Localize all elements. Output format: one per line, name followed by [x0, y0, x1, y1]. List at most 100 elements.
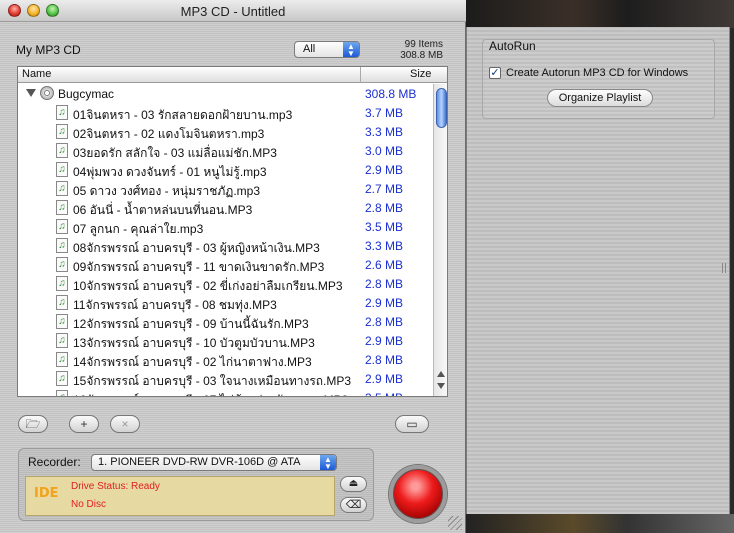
screen: AutoRun ✓ Create Autorun MP3 CD for Wind… — [0, 0, 734, 533]
filter-value: All — [303, 43, 316, 55]
file-size: 2.9 MB — [365, 372, 404, 386]
updown-arrows-icon: ▲ ▼ — [320, 455, 336, 470]
mp3-file-icon: ♫ — [56, 200, 68, 215]
mp3-file-icon: ♫ — [56, 105, 68, 120]
mp3-file-icon: ♫ — [56, 390, 68, 396]
mp3-file-icon: ♫ — [56, 295, 68, 310]
list-item-file[interactable]: ♫ 05 ดาวง วงศ์ทอง - หนุ่มราชภัฏ.mp3 2.7 MB — [18, 179, 434, 198]
updown-arrows-icon: ▲ ▼ — [343, 42, 359, 58]
list-item-file[interactable]: ♫ 09จักรพรรณ์ อาบครบุรี - 11 ขาดเงินขาดรั… — [18, 255, 434, 274]
window-title: MP3 CD - Untitled — [180, 4, 286, 19]
mp3-file-icon: ♫ — [56, 238, 68, 253]
list-item-file[interactable]: ♫ 14จักรพรรณ์ อาบครบุรี - 02 ไก่นาตาฟาง.M… — [18, 350, 434, 369]
list-item-file[interactable]: ♫ 02จินตหรา - 02 แดงโมจินตหรา.mp3 3.3 MB — [18, 122, 434, 141]
list-item-file[interactable]: ♫ 01จินตหรา - 03 รักสลายดอกฝ้ายบาน.mp3 3.7… — [18, 103, 434, 122]
file-name: 16จักรพรรณ์ อาบครบุรี - 07 ไม่ต้องห่วงฉั… — [73, 391, 348, 396]
drive-status-text: Drive Status: Ready — [71, 481, 160, 492]
autorun-checkbox[interactable]: ✓ — [489, 67, 501, 79]
list-header: Name Size — [18, 67, 447, 83]
mp3-file-icon: ♫ — [56, 162, 68, 177]
list-item-file[interactable]: ♫ 12จักรพรรณ์ อาบครบุรี - 09 บ้านนี้ฉันรั… — [18, 312, 434, 331]
mp3-file-icon: ♫ — [56, 143, 68, 158]
items-count: 99 Items — [404, 39, 443, 50]
list-item-file[interactable]: ♫ 10จักรพรรณ์ อาบครบุรี - 02 ขี่เก่งอย่าล… — [18, 274, 434, 293]
open-file-button[interactable]: 🗁 — [18, 415, 48, 433]
root-folder-name: Bugcymac — [58, 87, 115, 101]
list-item-file[interactable]: ♫ 13จักรพรรณ์ อาบครบุรี - 10 บัวตูมบัวบาน… — [18, 331, 434, 350]
disc-status-text: No Disc — [71, 499, 107, 510]
file-size: 3.7 MB — [365, 106, 404, 120]
autorun-title: AutoRun — [489, 39, 536, 53]
items-summary: 99 Items 308.8 MB — [400, 39, 443, 61]
column-separator — [360, 67, 361, 83]
file-size: 2.8 MB — [365, 277, 404, 291]
mp3-file-icon: ♫ — [56, 371, 68, 386]
drive-status-box: IDE Drive Status: Ready No Disc — [25, 476, 335, 516]
file-size: 3.3 MB — [365, 239, 404, 253]
root-folder-size: 308.8 MB — [365, 87, 417, 101]
remove-file-button[interactable]: × — [110, 415, 140, 433]
file-size: 2.6 MB — [365, 258, 404, 272]
file-size: 2.9 MB — [365, 296, 404, 310]
file-size: 2.9 MB — [365, 163, 404, 177]
total-size: 308.8 MB — [400, 50, 443, 61]
scroll-up-icon[interactable] — [437, 371, 445, 377]
organize-playlist-button[interactable]: Organize Playlist — [547, 89, 653, 107]
eraser-icon: ⌫ — [345, 499, 362, 511]
file-list[interactable]: Name Size Bugcymac 308.8 MB ♫ 01จินตหรา -… — [17, 66, 448, 397]
list-item-file[interactable]: ♫ 11จักรพรรณ์ อาบครบุรี - 08 ชมทุ่ง.MP3 2.… — [18, 293, 434, 312]
mp3-file-icon: ♫ — [56, 352, 68, 367]
window-resize-grip[interactable] — [448, 516, 462, 530]
scroll-thumb[interactable] — [436, 88, 447, 128]
list-item-file[interactable]: ♫ 03ยอดรัก สลักใจ - 03 แม่ลื่อแม่ชัก.MP3 3… — [18, 141, 434, 160]
mp3-file-icon: ♫ — [56, 257, 68, 272]
eject-button[interactable]: ⏏ — [340, 476, 367, 492]
disc-icon — [40, 86, 54, 100]
list-item-file[interactable]: ♫ 08จักรพรรณ์ อาบครบุรี - 03 ผู้หญิงหน้าเ… — [18, 236, 434, 255]
list-item-file[interactable]: ♫ 15จักรพรรณ์ อาบครบุรี - 03 ใจนางเหมือนท… — [18, 369, 434, 388]
desktop-background-bottom — [466, 514, 734, 533]
autorun-drawer: AutoRun ✓ Create Autorun MP3 CD for Wind… — [466, 27, 730, 514]
list-item-file[interactable]: ♫ 16จักรพรรณ์ อาบครบุรี - 07 ไม่ต้องห่วงฉ… — [18, 388, 434, 396]
mp3-file-icon: ♫ — [56, 333, 68, 348]
file-size: 2.7 MB — [365, 182, 404, 196]
list-item-file[interactable]: ♫ 06 อันนี่ - น้ำตาหล่นบนที่นอน.MP3 2.8 MB — [18, 198, 434, 217]
file-size: 3.3 MB — [365, 125, 404, 139]
file-size: 3.5 MB — [365, 391, 403, 396]
column-header-name[interactable]: Name — [22, 68, 51, 80]
file-size: 3.5 MB — [365, 220, 404, 234]
folder-icon: 🗁 — [25, 417, 41, 431]
recorder-label: Recorder: — [28, 455, 81, 469]
list-item-file[interactable]: ♫ 07 ลูกนก - คุณล่าใย.mp3 3.5 MB — [18, 217, 434, 236]
desktop-background-top — [466, 0, 734, 28]
filter-select[interactable]: All ▲ ▼ — [294, 41, 360, 58]
drawer-toggle-button[interactable]: ▭ — [395, 415, 429, 433]
recorder-select[interactable]: 1. PIONEER DVD-RW DVR-106D @ ATA ▲ ▼ — [91, 454, 337, 471]
burn-button[interactable] — [389, 465, 447, 523]
erase-button[interactable]: ⌫ — [340, 497, 367, 513]
list-item-file[interactable]: ♫ 04พุ่มพวง ดวงจันทร์ - 01 หนูไม่รู้.mp3 2… — [18, 160, 434, 179]
file-size: 2.8 MB — [365, 353, 404, 367]
disclosure-triangle-icon[interactable] — [26, 89, 36, 97]
recorder-device: 1. PIONEER DVD-RW DVR-106D @ ATA — [98, 456, 301, 468]
mp3-file-icon: ♫ — [56, 181, 68, 196]
title-bar[interactable]: MP3 CD - Untitled — [0, 0, 466, 22]
autorun-checkbox-label[interactable]: Create Autorun MP3 CD for Windows — [506, 67, 688, 79]
disc-name-label: My MP3 CD — [16, 43, 81, 57]
eject-icon: ⏏ — [348, 478, 359, 489]
drawer-resize-grip[interactable] — [722, 263, 726, 273]
mp3-file-icon: ♫ — [56, 219, 68, 234]
add-file-button[interactable]: + — [69, 415, 99, 433]
file-size: 2.9 MB — [365, 334, 404, 348]
file-size: 2.8 MB — [365, 201, 404, 215]
list-item-root-folder[interactable]: Bugcymac 308.8 MB — [18, 84, 434, 103]
drawer-icon: ▭ — [406, 417, 418, 431]
ide-badge: IDE — [34, 486, 59, 501]
vertical-scrollbar[interactable] — [433, 84, 447, 396]
file-size: 3.0 MB — [365, 144, 404, 158]
column-header-size[interactable]: Size — [410, 68, 431, 80]
scroll-down-icon[interactable] — [437, 383, 445, 389]
mp3-file-icon: ♫ — [56, 314, 68, 329]
list-rows: Bugcymac 308.8 MB ♫ 01จินตหรา - 03 รักสลา… — [18, 84, 434, 396]
mp3-file-icon: ♫ — [56, 276, 68, 291]
